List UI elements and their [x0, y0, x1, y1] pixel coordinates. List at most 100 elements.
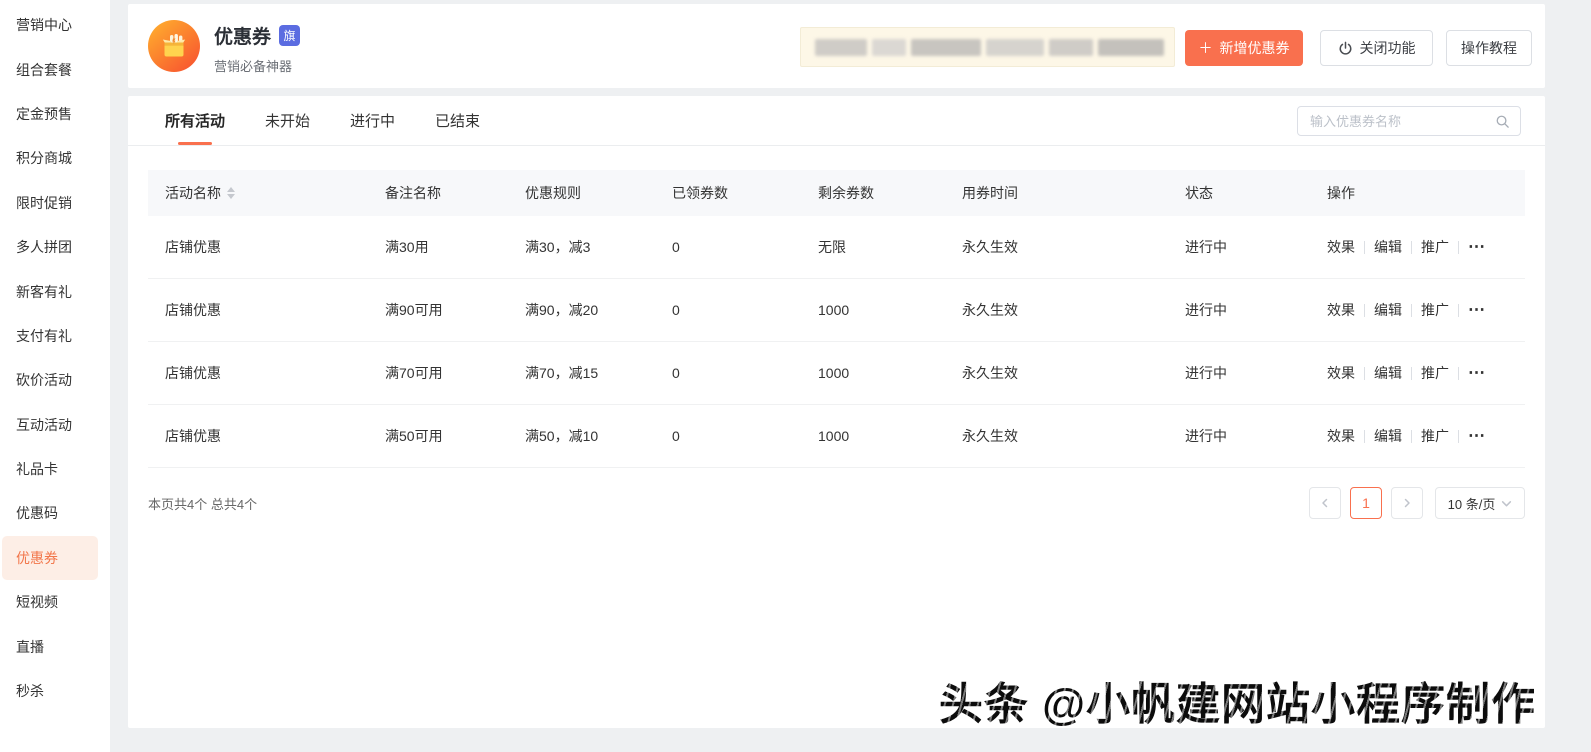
- redacted-text: [986, 39, 1044, 56]
- search-icon[interactable]: [1495, 114, 1510, 129]
- effect-link[interactable]: 效果: [1327, 363, 1355, 383]
- promote-link[interactable]: 推广: [1421, 300, 1449, 320]
- add-coupon-button[interactable]: ＋ 新增优惠券: [1185, 30, 1303, 66]
- chevron-left-icon: [1320, 498, 1330, 508]
- column-activity-name: 活动名称: [165, 183, 221, 203]
- cell-note-name: 满90可用: [385, 300, 525, 320]
- promote-link[interactable]: 推广: [1421, 237, 1449, 257]
- cell-status: 进行中: [1185, 426, 1327, 446]
- search-input[interactable]: [1298, 114, 1495, 129]
- gift-box-icon: [158, 30, 190, 62]
- tab-ended[interactable]: 已结束: [435, 96, 480, 145]
- sidebar-item-gift-card[interactable]: 礼品卡: [0, 447, 110, 491]
- tab-in-progress[interactable]: 进行中: [350, 96, 395, 145]
- sidebar-item-points-mall[interactable]: 积分商城: [0, 136, 110, 180]
- cell-usage-time: 永久生效: [962, 426, 1185, 446]
- redacted-text: [872, 39, 906, 56]
- close-feature-button[interactable]: 关闭功能: [1320, 30, 1433, 66]
- cell-claimed-count: 0: [672, 239, 818, 255]
- cell-activity-name: 店铺优惠: [148, 363, 385, 383]
- page-number-button[interactable]: 1: [1350, 487, 1382, 519]
- notice-bar: [800, 27, 1175, 67]
- cell-note-name: 满30用: [385, 237, 525, 257]
- tab-label: 已结束: [435, 110, 480, 131]
- tab-all-activities[interactable]: 所有活动: [165, 96, 225, 145]
- sidebar-item-label: 积分商城: [16, 148, 72, 168]
- column-claimed-count: 已领券数: [672, 183, 818, 203]
- sidebar-item-live-stream[interactable]: 直播: [0, 624, 110, 668]
- effect-link[interactable]: 效果: [1327, 237, 1355, 257]
- table-footer: 本页共4个 总共4个 1 10 条/页: [148, 487, 1525, 519]
- sidebar-item-bargain-activity[interactable]: 砍价活动: [0, 358, 110, 402]
- prev-page-button[interactable]: [1309, 487, 1341, 519]
- sidebar-item-label: 定金预售: [16, 104, 72, 124]
- sidebar-item-marketing-center[interactable]: 营销中心: [0, 3, 110, 47]
- page-summary: 本页共4个 总共4个: [148, 494, 257, 513]
- redacted-text: [1049, 39, 1093, 56]
- cell-note-name: 满70可用: [385, 363, 525, 383]
- tab-not-started[interactable]: 未开始: [265, 96, 310, 145]
- promote-link[interactable]: 推广: [1421, 426, 1449, 446]
- sidebar-item-short-video[interactable]: 短视频: [0, 580, 110, 624]
- promote-link[interactable]: 推广: [1421, 363, 1449, 383]
- cell-discount-rule: 满30，减3: [525, 237, 672, 257]
- table-header-row: 活动名称 备注名称 优惠规则 已领券数 剩余券数 用券时间 状态 操作: [148, 170, 1525, 216]
- sidebar-item-deposit-presale[interactable]: 定金预售: [0, 92, 110, 136]
- table-row: 店铺优惠 满90可用 满90，减20 0 1000 永久生效 进行中 效果 编辑…: [148, 279, 1525, 342]
- more-actions-icon[interactable]: ⋯: [1468, 242, 1486, 252]
- more-actions-icon[interactable]: ⋯: [1468, 368, 1486, 378]
- redacted-text: [815, 39, 867, 56]
- sidebar-item-label: 新客有礼: [16, 282, 72, 302]
- power-icon: [1338, 41, 1353, 56]
- effect-link[interactable]: 效果: [1327, 426, 1355, 446]
- edit-link[interactable]: 编辑: [1374, 363, 1402, 383]
- cell-note-name: 满50可用: [385, 426, 525, 446]
- cell-remaining-count: 1000: [818, 302, 962, 318]
- sidebar-item-coupon[interactable]: 优惠券: [2, 536, 98, 580]
- sidebar-item-group-buying[interactable]: 多人拼团: [0, 225, 110, 269]
- sidebar-item-flash-sale[interactable]: 秒杀: [0, 669, 110, 713]
- sidebar-item-interactive-activity[interactable]: 互动活动: [0, 403, 110, 447]
- plus-icon: ＋: [1199, 38, 1213, 58]
- coupon-app-icon: [148, 20, 200, 72]
- tab-label: 未开始: [265, 110, 310, 131]
- edit-link[interactable]: 编辑: [1374, 237, 1402, 257]
- sidebar-item-label: 多人拼团: [16, 237, 72, 257]
- column-discount-rule: 优惠规则: [525, 183, 672, 203]
- sort-icon[interactable]: [227, 187, 235, 199]
- redacted-text: [911, 39, 981, 56]
- edit-link[interactable]: 编辑: [1374, 300, 1402, 320]
- edit-link[interactable]: 编辑: [1374, 426, 1402, 446]
- page-header: 优惠券 旗 营销必备神器 ＋ 新增优惠券 关闭功能 操作教程: [128, 4, 1545, 88]
- sidebar-item-label: 短视频: [16, 592, 58, 612]
- table-row: 店铺优惠 满30用 满30，减3 0 无限 永久生效 进行中 效果 编辑 推广 …: [148, 216, 1525, 279]
- sidebar-item-new-customer-gift[interactable]: 新客有礼: [0, 269, 110, 313]
- sidebar-item-label: 礼品卡: [16, 459, 58, 479]
- page-size-select[interactable]: 10 条/页: [1435, 487, 1525, 519]
- column-remaining-count: 剩余券数: [818, 183, 962, 203]
- redacted-text: [1098, 39, 1164, 56]
- page-title: 优惠券: [214, 22, 271, 49]
- cell-discount-rule: 满50，减10: [525, 426, 672, 446]
- effect-link[interactable]: 效果: [1327, 300, 1355, 320]
- tab-label: 所有活动: [165, 110, 225, 131]
- sidebar-item-combo-package[interactable]: 组合套餐: [0, 47, 110, 91]
- coupon-list-panel: 所有活动 未开始 进行中 已结束 活动名称 备注名称 优惠规则: [128, 96, 1545, 728]
- cell-discount-rule: 满90，减20: [525, 300, 672, 320]
- table-row: 店铺优惠 满50可用 满50，减10 0 1000 永久生效 进行中 效果 编辑…: [148, 405, 1525, 468]
- sidebar-item-coupon-code[interactable]: 优惠码: [0, 491, 110, 535]
- tutorial-button[interactable]: 操作教程: [1446, 30, 1532, 66]
- sidebar-item-label: 组合套餐: [16, 60, 72, 80]
- add-coupon-label: 新增优惠券: [1220, 38, 1290, 58]
- close-feature-label: 关闭功能: [1360, 38, 1416, 58]
- coupon-table: 活动名称 备注名称 优惠规则 已领券数 剩余券数 用券时间 状态 操作 店铺优惠…: [148, 170, 1525, 468]
- column-usage-time: 用券时间: [962, 183, 1185, 203]
- more-actions-icon[interactable]: ⋯: [1468, 305, 1486, 315]
- column-actions: 操作: [1327, 183, 1525, 203]
- cell-claimed-count: 0: [672, 365, 818, 381]
- sidebar-item-flash-promotion[interactable]: 限时促销: [0, 181, 110, 225]
- sidebar-item-payment-gift[interactable]: 支付有礼: [0, 314, 110, 358]
- more-actions-icon[interactable]: ⋯: [1468, 431, 1486, 441]
- watermark-text: 头条 @小帆建网站小程序制作: [939, 668, 1536, 732]
- next-page-button[interactable]: [1391, 487, 1423, 519]
